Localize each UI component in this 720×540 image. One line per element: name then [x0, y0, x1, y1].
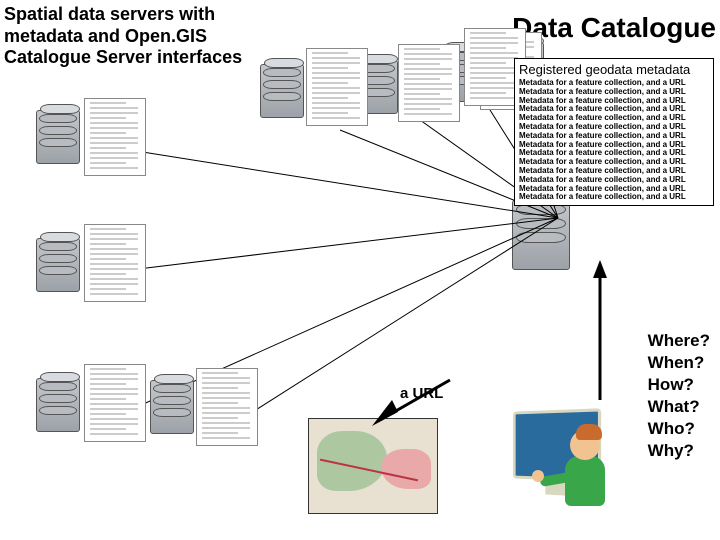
catalogue-metadata-list: Metadata for a feature collection, and a… [519, 79, 709, 202]
metadata-document-icon [306, 48, 368, 126]
catalogue-metadata-line: Metadata for a feature collection, and a… [519, 193, 709, 202]
question-where: Where? [648, 330, 710, 352]
question-who: Who? [648, 418, 710, 440]
metadata-document-icon [84, 364, 146, 442]
metadata-document-icon [398, 44, 460, 122]
spatial-server-icon [150, 380, 194, 434]
metadata-document-icon [84, 98, 146, 176]
question-what: What? [648, 396, 710, 418]
catalogue-subtitle: Registered geodata metadata [519, 62, 709, 77]
spatial-server-icon [36, 378, 80, 432]
spatial-server-icon [260, 64, 304, 118]
spatial-server-icon [36, 238, 80, 292]
spatial-server-icon [36, 110, 80, 164]
title-spatial-servers: Spatial data servers with metadata and O… [4, 4, 244, 69]
question-why: Why? [648, 440, 710, 462]
person-icon [570, 430, 605, 506]
url-label: a URL [400, 385, 443, 402]
catalogue-server-icon [512, 200, 570, 270]
catalogue-panel: Registered geodata metadata Metadata for… [514, 58, 714, 206]
question-when: When? [648, 352, 710, 374]
question-list: Where? When? How? What? Who? Why? [648, 330, 710, 463]
metadata-document-icon [196, 368, 258, 446]
metadata-document-icon [84, 224, 146, 302]
result-map-thumbnail [308, 418, 438, 514]
question-how: How? [648, 374, 710, 396]
user-at-computer-icon [450, 400, 650, 530]
